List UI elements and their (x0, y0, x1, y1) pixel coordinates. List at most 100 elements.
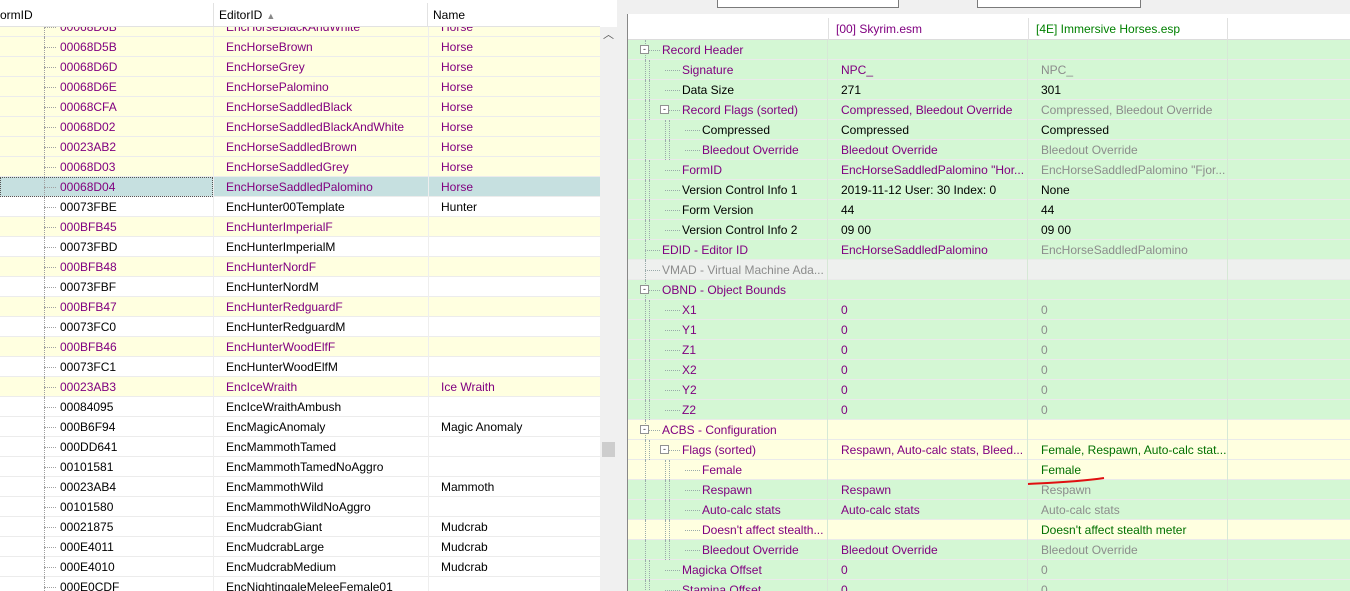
record-list-scrollbar[interactable]: ︿ (600, 27, 617, 591)
record-field-row[interactable]: FormID EncHorseSaddledPalomino "Hor... Enc… (628, 160, 1350, 180)
column-header-formid[interactable]: ormID (0, 3, 214, 27)
record-row[interactable]: 000BFB46 EncHunterWoodElfF (0, 337, 600, 357)
record-row[interactable]: 000BFB48 EncHunterNordF (0, 257, 600, 277)
record-row[interactable]: 000DD641 EncMammothTamed (0, 437, 600, 457)
record-row[interactable]: 00073FBE EncHunter00Template Hunter (0, 197, 600, 217)
immersive-horses-value[interactable]: Doesn't affect stealth meter (1028, 520, 1228, 540)
skyrim-esm-value[interactable] (828, 260, 1028, 280)
column-header-editorid[interactable]: EditorID ▲ (214, 3, 428, 27)
record-field-row[interactable]: Z1 0 0 (628, 340, 1350, 360)
immersive-horses-value[interactable]: 09 00 (1028, 220, 1228, 240)
skyrim-esm-value[interactable]: Compressed, Bleedout Override (828, 100, 1028, 120)
record-row[interactable]: 00101580 EncMammothWildNoAggro (0, 497, 600, 517)
skyrim-esm-value[interactable]: Bleedout Override (828, 540, 1028, 560)
record-row[interactable]: 00101581 EncMammothTamedNoAggro (0, 457, 600, 477)
collapse-icon[interactable]: - (660, 445, 669, 454)
skyrim-esm-value[interactable]: 0 (828, 340, 1028, 360)
skyrim-esm-value[interactable] (828, 280, 1028, 300)
collapse-icon[interactable]: - (640, 285, 649, 294)
record-field-row[interactable]: - Record Flags (sorted) Compressed, Bleedo… (628, 100, 1350, 120)
record-field-row[interactable]: - OBND - Object Bounds (628, 280, 1350, 300)
skyrim-esm-value[interactable]: 0 (828, 580, 1028, 591)
immersive-horses-value[interactable]: 0 (1028, 340, 1228, 360)
skyrim-esm-value[interactable] (828, 520, 1028, 540)
record-field-row[interactable]: Y1 0 0 (628, 320, 1350, 340)
record-field-row[interactable]: Magicka Offset 0 0 (628, 560, 1350, 580)
skyrim-esm-value[interactable]: 0 (828, 380, 1028, 400)
skyrim-esm-value[interactable]: 44 (828, 200, 1028, 220)
immersive-horses-value[interactable]: EncHorseSaddledPalomino "Fjor... (1028, 160, 1228, 180)
pane-splitter[interactable] (617, 0, 627, 591)
record-row[interactable]: 00021875 EncMudcrabGiant Mudcrab (0, 517, 600, 537)
record-field-row[interactable]: Respawn Respawn Respawn (628, 480, 1350, 500)
skyrim-esm-value[interactable]: Compressed (828, 120, 1028, 140)
record-row[interactable]: 00068D02 EncHorseSaddledBlackAndWhite Hors… (0, 117, 600, 137)
record-field-row[interactable]: Bleedout Override Bleedout Override Bleedo… (628, 140, 1350, 160)
skyrim-esm-value[interactable]: 0 (828, 300, 1028, 320)
scroll-up-icon[interactable]: ︿ (600, 27, 617, 44)
column-header-skyrim-esm[interactable]: [00] Skyrim.esm (828, 18, 1028, 40)
record-row[interactable]: 000E4011 EncMudcrabLarge Mudcrab (0, 537, 600, 557)
record-field-row[interactable]: VMAD - Virtual Machine Ada... (628, 260, 1350, 280)
skyrim-esm-value[interactable]: 0 (828, 560, 1028, 580)
record-row[interactable]: 000E0CDF EncNightingaleMeleeFemale01 (0, 577, 600, 591)
record-field-row[interactable]: Doesn't affect stealth... Doesn't affect … (628, 520, 1350, 540)
record-row[interactable]: 000BFB47 EncHunterRedguardF (0, 297, 600, 317)
record-field-row[interactable]: - ACBS - Configuration (628, 420, 1350, 440)
record-field-row[interactable]: X2 0 0 (628, 360, 1350, 380)
skyrim-esm-value[interactable]: 0 (828, 360, 1028, 380)
immersive-horses-value[interactable]: EncHorseSaddledPalomino (1028, 240, 1228, 260)
record-field-row[interactable]: EDID - Editor ID EncHorseSaddledPalomino E… (628, 240, 1350, 260)
skyrim-esm-value[interactable]: 271 (828, 80, 1028, 100)
skyrim-esm-value[interactable]: Auto-calc stats (828, 500, 1028, 520)
column-header-immersive-horses-esp[interactable]: [4E] Immersive Horses.esp (1028, 18, 1228, 40)
record-row[interactable]: 00068D03 EncHorseSaddledGrey Horse (0, 157, 600, 177)
record-field-row[interactable]: X1 0 0 (628, 300, 1350, 320)
skyrim-esm-value[interactable]: 0 (828, 400, 1028, 420)
immersive-horses-value[interactable]: 0 (1028, 320, 1228, 340)
record-field-row[interactable]: Version Control Info 2 09 00 09 00 (628, 220, 1350, 240)
filter-input-2[interactable] (977, 0, 1141, 8)
skyrim-esm-value[interactable]: 0 (828, 320, 1028, 340)
immersive-horses-value[interactable]: Bleedout Override (1028, 540, 1228, 560)
record-field-row[interactable]: - Record Header (628, 40, 1350, 60)
record-row[interactable]: 00023AB3 EncIceWraith Ice Wraith (0, 377, 600, 397)
record-row[interactable]: 00068D04 EncHorseSaddledPalomino Horse (0, 177, 600, 197)
immersive-horses-value[interactable]: NPC_ (1028, 60, 1228, 80)
record-field-row[interactable]: Auto-calc stats Auto-calc stats Auto-calc … (628, 500, 1350, 520)
record-row[interactable]: 00068D5B EncHorseBrown Horse (0, 37, 600, 57)
record-row[interactable]: 00073FBF EncHunterNordM (0, 277, 600, 297)
skyrim-esm-value[interactable]: 2019-11-12 User: 30 Index: 0 (828, 180, 1028, 200)
immersive-horses-value[interactable]: Compressed (1028, 120, 1228, 140)
record-list[interactable]: 00068D6B EncHorseBlackAndWhite Horse 00068D… (0, 17, 600, 591)
collapse-icon[interactable]: - (660, 105, 669, 114)
record-field-row[interactable]: Z2 0 0 (628, 400, 1350, 420)
immersive-horses-value[interactable] (1028, 40, 1228, 60)
immersive-horses-value[interactable]: Auto-calc stats (1028, 500, 1228, 520)
skyrim-esm-value[interactable]: Bleedout Override (828, 140, 1028, 160)
record-row[interactable]: 00068D6E EncHorsePalomino Horse (0, 77, 600, 97)
record-field-row[interactable]: Stamina Offset 0 0 (628, 580, 1350, 591)
collapse-icon[interactable]: - (640, 45, 649, 54)
record-row[interactable]: 00073FBD EncHunterImperialM (0, 237, 600, 257)
record-field-row[interactable]: Y2 0 0 (628, 380, 1350, 400)
immersive-horses-value[interactable] (1028, 420, 1228, 440)
record-list-pane[interactable]: 00068D6B EncHorseBlackAndWhite Horse 00068D… (0, 0, 617, 591)
skyrim-esm-value[interactable] (828, 40, 1028, 60)
skyrim-esm-value[interactable] (828, 460, 1028, 480)
immersive-horses-value[interactable]: 301 (1028, 80, 1228, 100)
immersive-horses-value[interactable]: None (1028, 180, 1228, 200)
immersive-horses-value[interactable]: 0 (1028, 380, 1228, 400)
skyrim-esm-value[interactable] (828, 420, 1028, 440)
skyrim-esm-value[interactable]: Respawn (828, 480, 1028, 500)
immersive-horses-value[interactable]: 0 (1028, 300, 1228, 320)
record-row[interactable]: 00073FC1 EncHunterWoodElfM (0, 357, 600, 377)
record-row[interactable]: 00084095 EncIceWraithAmbush (0, 397, 600, 417)
immersive-horses-value[interactable]: Compressed, Bleedout Override (1028, 100, 1228, 120)
record-field-row[interactable]: - Flags (sorted) Respawn, Auto-calc stats,… (628, 440, 1350, 460)
skyrim-esm-value[interactable]: EncHorseSaddledPalomino "Hor... (828, 160, 1028, 180)
record-row[interactable]: 00023AB4 EncMammothWild Mammoth (0, 477, 600, 497)
immersive-horses-value[interactable] (1028, 280, 1228, 300)
record-row[interactable]: 00068CFA EncHorseSaddledBlack Horse (0, 97, 600, 117)
record-row[interactable]: 000BFB45 EncHunterImperialF (0, 217, 600, 237)
